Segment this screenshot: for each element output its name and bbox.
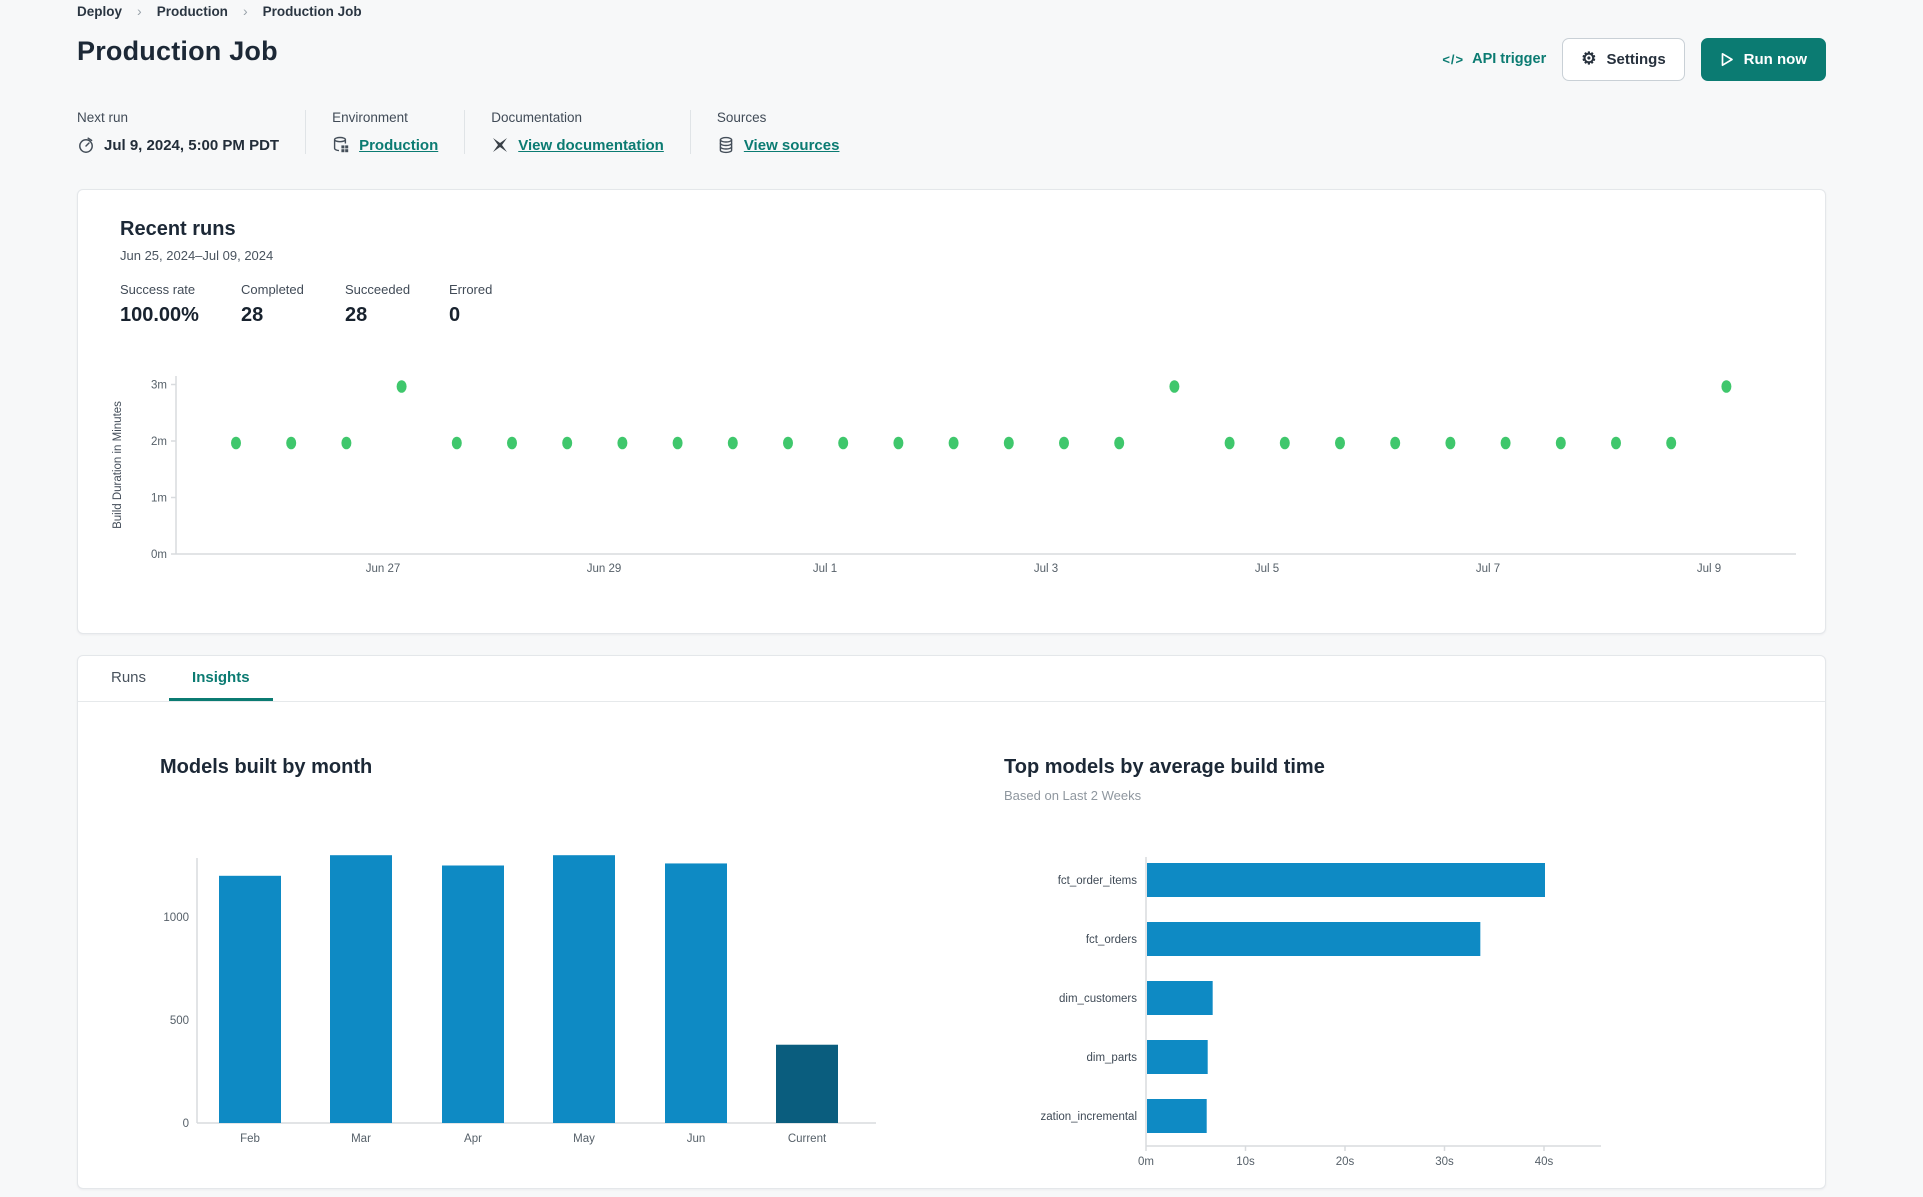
svg-text:Jul 9: Jul 9 bbox=[1697, 563, 1721, 575]
settings-button[interactable]: ⚙ Settings bbox=[1562, 37, 1685, 81]
models-built-by-month-chart: 0 500 1000 Feb Mar Apr May Jun Current bbox=[163, 855, 876, 1145]
tab-insights[interactable]: Insights bbox=[169, 656, 273, 701]
environment-icon bbox=[333, 136, 349, 153]
svg-text:dim_customers: dim_customers bbox=[1059, 993, 1137, 1005]
documentation-section: Documentation View documentation bbox=[491, 110, 691, 154]
job-info-row: Next run Jul 9, 2024, 5:00 PM PDT Enviro… bbox=[77, 110, 891, 154]
sources-label: Sources bbox=[716, 110, 767, 125]
svg-text:dim_parts: dim_parts bbox=[1087, 1052, 1138, 1064]
svg-text:Jun 29: Jun 29 bbox=[587, 563, 622, 575]
models-built-chart-title: Models built by month bbox=[160, 756, 373, 778]
svg-text:Jun: Jun bbox=[687, 1133, 706, 1145]
svg-text:May: May bbox=[573, 1133, 595, 1145]
database-icon bbox=[719, 136, 733, 154]
tab-bar: Runs Insights bbox=[78, 656, 1825, 702]
svg-text:fct_order_items: fct_order_items bbox=[1058, 875, 1138, 887]
next-run-value: Jul 9, 2024, 5:00 PM PDT bbox=[104, 136, 280, 154]
sources-section: Sources View sources bbox=[717, 110, 866, 154]
tab-runs[interactable]: Runs bbox=[88, 656, 169, 701]
svg-text:Apr: Apr bbox=[464, 1133, 482, 1145]
next-run-section: Next run Jul 9, 2024, 5:00 PM PDT bbox=[77, 110, 307, 154]
svg-text:0m: 0m bbox=[151, 549, 167, 561]
svg-text:10s: 10s bbox=[1236, 1156, 1255, 1168]
svg-text:40s: 40s bbox=[1535, 1156, 1554, 1168]
svg-text:1000: 1000 bbox=[163, 912, 189, 924]
svg-text:Jul 3: Jul 3 bbox=[1034, 563, 1058, 575]
recent-runs-card: Recent runs Jun 25, 2024–Jul 09, 2024 Su… bbox=[77, 189, 1826, 634]
stat-completed: Completed 28 bbox=[241, 282, 304, 326]
run-now-label: Run now bbox=[1743, 50, 1807, 68]
recent-runs-date-range: Jun 25, 2024–Jul 09, 2024 bbox=[120, 248, 274, 263]
stat-succeeded: Succeeded 28 bbox=[345, 282, 411, 326]
top-models-build-time-chart: 0m 10s 20s 30s 40s fct_order_items fct_ordersd… bbox=[1041, 857, 1601, 1168]
breadcrumb: Deploy › Production › Production Job bbox=[77, 3, 362, 19]
dbt-docs-icon bbox=[493, 138, 508, 152]
build-duration-scatter-chart: 0m 1m 2m 3m Build Duration in Minutes Jun 27 J… bbox=[112, 376, 1796, 575]
top-models-chart-subtitle: Based on Last 2 Weeks bbox=[1004, 788, 1142, 803]
svg-text:Jun 27: Jun 27 bbox=[366, 563, 401, 575]
svg-text:Feb: Feb bbox=[240, 1133, 260, 1145]
play-icon bbox=[1721, 52, 1733, 66]
run-now-button[interactable]: Run now bbox=[1700, 37, 1826, 81]
breadcrumb-item-current: Production Job bbox=[262, 3, 362, 19]
gear-icon: ⚙ bbox=[1581, 48, 1597, 68]
svg-text:materialization_incremental: materialization_incremental bbox=[1041, 1111, 1137, 1123]
svg-text:500: 500 bbox=[170, 1015, 189, 1027]
header-actions: </> API trigger ⚙ Settings Run now bbox=[1442, 36, 1826, 82]
job-detail-card: Runs Insights Models built by month 0 500… bbox=[77, 655, 1826, 1189]
svg-text:Jul 7: Jul 7 bbox=[1476, 563, 1500, 575]
breadcrumb-separator-icon: › bbox=[137, 3, 142, 19]
timer-icon bbox=[79, 137, 93, 153]
svg-text:Mar: Mar bbox=[351, 1133, 371, 1145]
svg-text:30s: 30s bbox=[1435, 1156, 1454, 1168]
svg-text:20s: 20s bbox=[1336, 1156, 1355, 1168]
code-icon: </> bbox=[1442, 51, 1465, 67]
svg-text:2m: 2m bbox=[151, 436, 167, 448]
documentation-label: Documentation bbox=[491, 110, 583, 125]
svg-text:Current: Current bbox=[788, 1133, 827, 1145]
stat-success-rate: Success rate 100.00% bbox=[120, 282, 199, 326]
breadcrumb-separator-icon: › bbox=[242, 3, 248, 19]
svg-text:0m: 0m bbox=[1138, 1156, 1154, 1168]
api-trigger-label: API trigger bbox=[1472, 51, 1547, 67]
breadcrumb-item-deploy[interactable]: Deploy bbox=[77, 4, 122, 19]
breadcrumb-item-production[interactable]: Production bbox=[157, 4, 228, 19]
run-stats-row: Success rate 100.00% Completed 28 Succee… bbox=[120, 282, 492, 327]
environment-label: Environment bbox=[332, 110, 408, 125]
page-title: Production Job bbox=[77, 36, 278, 66]
view-sources-link[interactable]: View sources bbox=[744, 137, 840, 154]
svg-text:Jul 5: Jul 5 bbox=[1255, 563, 1279, 575]
svg-text:Build Duration in Minutes: Build Duration in Minutes bbox=[112, 401, 124, 529]
view-documentation-link[interactable]: View documentation bbox=[518, 137, 664, 154]
svg-text:fct_orders: fct_orders bbox=[1086, 934, 1137, 946]
settings-label: Settings bbox=[1606, 50, 1666, 68]
environment-section: Environment Production bbox=[332, 110, 466, 154]
recent-runs-title: Recent runs bbox=[120, 218, 236, 240]
svg-text:Jul 1: Jul 1 bbox=[813, 563, 837, 575]
environment-link[interactable]: Production bbox=[359, 137, 438, 154]
stat-errored: Errored 0 bbox=[449, 282, 493, 326]
svg-text:3m: 3m bbox=[151, 380, 167, 392]
next-run-label: Next run bbox=[77, 110, 129, 125]
top-models-chart-title: Top models by average build time bbox=[1004, 756, 1325, 778]
api-trigger-link[interactable]: </> API trigger bbox=[1442, 51, 1546, 67]
svg-text:1m: 1m bbox=[151, 493, 167, 505]
svg-text:0: 0 bbox=[183, 1118, 189, 1130]
